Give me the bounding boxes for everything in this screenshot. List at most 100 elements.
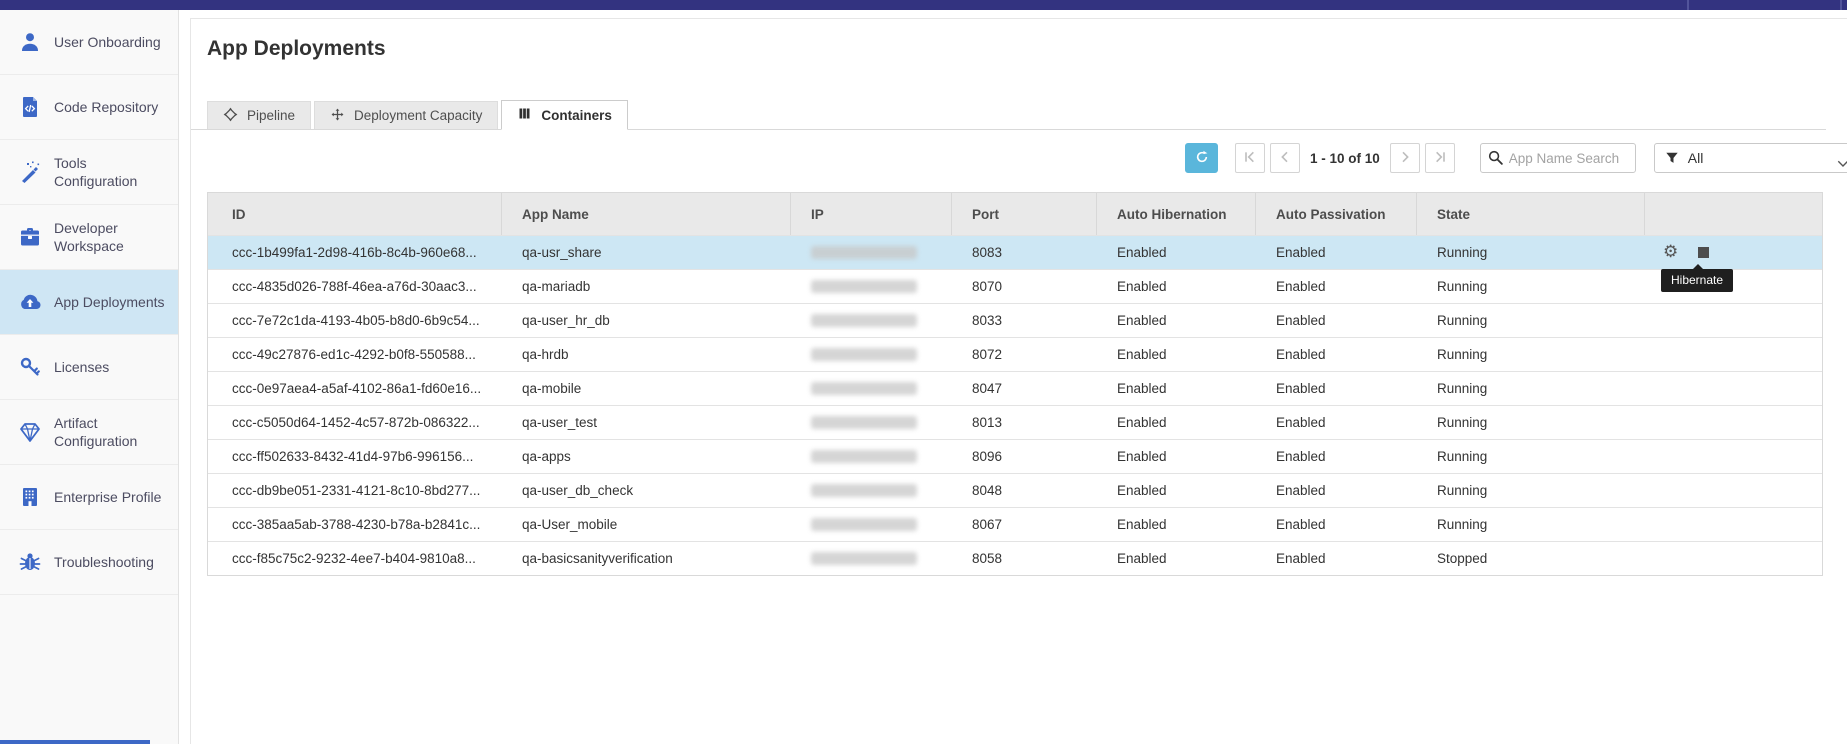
redacted-ip-value <box>811 518 917 531</box>
cell-auto-hibernation: Enabled <box>1097 304 1256 337</box>
sidebar-item-licenses[interactable]: Licenses <box>0 335 178 400</box>
column-header-auto-passivation: Auto Passivation <box>1256 193 1417 235</box>
cell-app-name: qa-user_test <box>502 406 791 439</box>
sidebar-item-label: Enterprise Profile <box>54 488 168 506</box>
redacted-ip-value <box>811 246 917 259</box>
cell-state: Running <box>1417 304 1645 337</box>
sidebar-item-user-onboarding[interactable]: User Onboarding <box>0 10 178 75</box>
cell-state: Running <box>1417 508 1645 541</box>
redacted-ip-value <box>811 348 917 361</box>
cell-auto-hibernation: Enabled <box>1097 406 1256 439</box>
sidebar-item-artifact-configuration[interactable]: Artifact Configuration <box>0 400 178 465</box>
cell-state: Running <box>1417 372 1645 405</box>
table-toolbar: 1 - 10 of 10 All <box>1185 143 1847 173</box>
next-page-icon <box>1397 149 1413 168</box>
user-icon <box>17 29 43 55</box>
last-page-icon <box>1432 149 1448 168</box>
containers-table: ID App Name IP Port Auto Hibernation Aut… <box>207 192 1823 576</box>
sidebar-item-code-repository[interactable]: Code Repository <box>0 75 178 140</box>
cell-ip <box>791 542 952 575</box>
cell-state: Running <box>1417 270 1645 303</box>
cell-id: ccc-c5050d64-1452-4c57-872b-086322... <box>208 406 502 439</box>
magic-wand-icon <box>17 159 43 185</box>
table-row[interactable]: ccc-1b499fa1-2d98-416b-8c4b-960e68... qa… <box>208 235 1822 269</box>
cell-ip <box>791 508 952 541</box>
filter-dropdown[interactable]: All <box>1654 143 1847 173</box>
table-row[interactable]: ccc-ff502633-8432-41d4-97b6-996156... qa… <box>208 439 1822 473</box>
table-row[interactable]: ccc-7e72c1da-4193-4b05-b8d0-6b9c54... qa… <box>208 303 1822 337</box>
cell-auto-passivation: Enabled <box>1256 406 1417 439</box>
tab-pipeline[interactable]: Pipeline <box>207 101 311 129</box>
previous-page-button[interactable] <box>1270 143 1300 173</box>
cell-app-name: qa-usr_share <box>502 236 791 269</box>
sidebar-item-label: Code Repository <box>54 98 168 116</box>
table-row[interactable]: ccc-f85c75c2-9232-4ee7-b404-9810a8... qa… <box>208 541 1822 575</box>
cell-port: 8067 <box>952 508 1097 541</box>
cell-id: ccc-f85c75c2-9232-4ee7-b404-9810a8... <box>208 542 502 575</box>
tab-label: Pipeline <box>247 108 295 123</box>
cell-auto-passivation: Enabled <box>1256 440 1417 473</box>
sidebar-item-troubleshooting[interactable]: Troubleshooting <box>0 530 178 595</box>
key-icon <box>17 354 43 380</box>
sidebar-item-enterprise-profile[interactable]: Enterprise Profile <box>0 465 178 530</box>
chevron-down-icon <box>1837 155 1847 163</box>
move-icon <box>330 107 345 125</box>
tab-label: Containers <box>541 108 612 123</box>
redacted-ip-value <box>811 450 917 463</box>
cell-state: Running <box>1417 406 1645 439</box>
last-page-button[interactable] <box>1425 143 1455 173</box>
tab-deployment-capacity[interactable]: Deployment Capacity <box>314 101 498 129</box>
cell-port: 8033 <box>952 304 1097 337</box>
table-row[interactable]: ccc-c5050d64-1452-4c57-872b-086322... qa… <box>208 405 1822 439</box>
cell-ip <box>791 270 952 303</box>
tab-strip: Pipeline Deployment Capacity Containers <box>191 100 1826 130</box>
sidebar-item-label: Tools Configuration <box>54 154 168 190</box>
cell-auto-hibernation: Enabled <box>1097 440 1256 473</box>
cell-state: Running <box>1417 474 1645 507</box>
cell-app-name: qa-mobile <box>502 372 791 405</box>
cell-ip <box>791 406 952 439</box>
hibernate-stop-icon[interactable] <box>1698 247 1709 258</box>
column-header-app-name: App Name <box>502 193 791 235</box>
cell-actions <box>1645 508 1822 541</box>
building-icon <box>17 484 43 510</box>
filter-selected-value: All <box>1688 150 1704 166</box>
table-row[interactable]: ccc-4835d026-788f-46ea-a76d-30aac3... qa… <box>208 269 1822 303</box>
column-header-ip: IP <box>791 193 952 235</box>
first-page-button[interactable] <box>1235 143 1265 173</box>
sidebar-item-label: Troubleshooting <box>54 553 168 571</box>
cell-port: 8048 <box>952 474 1097 507</box>
sidebar-item-app-deployments[interactable]: App Deployments <box>0 270 178 335</box>
hibernate-tooltip: Hibernate <box>1661 269 1733 292</box>
sidebar-item-tools-configuration[interactable]: Tools Configuration <box>0 140 178 205</box>
tab-containers[interactable]: Containers <box>501 100 628 130</box>
sidebar-item-label: Artifact Configuration <box>54 414 168 450</box>
table-row[interactable]: ccc-0e97aea4-a5af-4102-86a1-fd60e16... q… <box>208 371 1822 405</box>
top-navy-bar <box>0 0 1847 10</box>
cell-app-name: qa-user_hr_db <box>502 304 791 337</box>
cell-actions <box>1645 304 1822 337</box>
table-row[interactable]: ccc-385aa5ab-3788-4230-b78a-b2841c... qa… <box>208 507 1822 541</box>
cell-actions <box>1645 542 1822 575</box>
next-page-button[interactable] <box>1390 143 1420 173</box>
column-header-id: ID <box>208 193 502 235</box>
cloud-upload-icon <box>17 289 43 315</box>
sidebar-item-label: App Deployments <box>54 293 168 311</box>
refresh-button[interactable] <box>1185 143 1218 173</box>
cell-id: ccc-ff502633-8432-41d4-97b6-996156... <box>208 440 502 473</box>
cell-actions: ⚙ Hibernate <box>1645 236 1822 269</box>
redacted-ip-value <box>811 382 917 395</box>
cell-auto-hibernation: Enabled <box>1097 474 1256 507</box>
sidebar-item-label: User Onboarding <box>54 33 168 51</box>
sidebar-item-developer-workspace[interactable]: Developer Workspace <box>0 205 178 270</box>
cell-auto-passivation: Enabled <box>1256 270 1417 303</box>
cell-auto-passivation: Enabled <box>1256 542 1417 575</box>
cell-state: Running <box>1417 440 1645 473</box>
settings-gear-icon[interactable]: ⚙ <box>1663 244 1678 261</box>
bug-icon <box>17 549 43 575</box>
cell-actions <box>1645 440 1822 473</box>
table-row[interactable]: ccc-49c27876-ed1c-4292-b0f8-550588... qa… <box>208 337 1822 371</box>
table-row[interactable]: ccc-db9be051-2331-4121-8c10-8bd277... qa… <box>208 473 1822 507</box>
tab-label: Deployment Capacity <box>354 108 482 123</box>
tooltip-text: Hibernate <box>1671 273 1723 287</box>
